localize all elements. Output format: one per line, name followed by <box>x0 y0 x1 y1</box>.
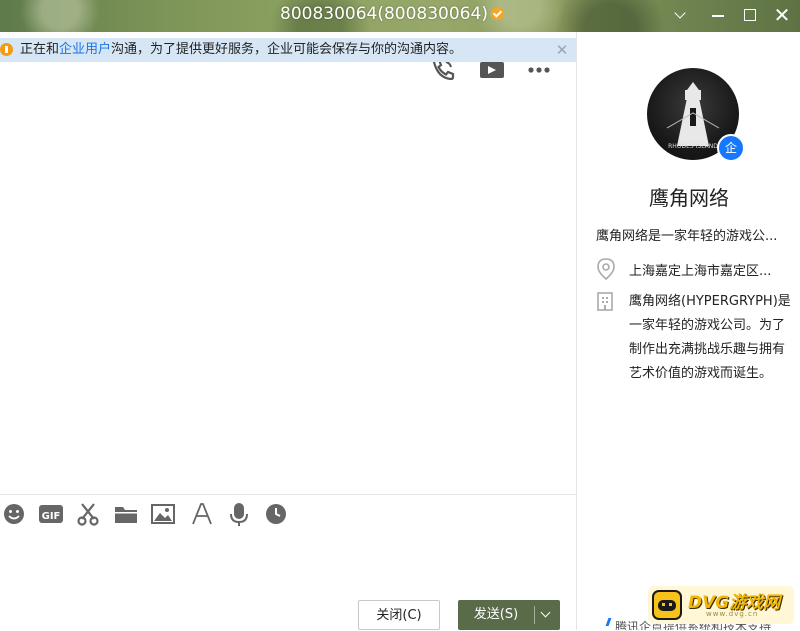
input-divider <box>0 494 576 495</box>
gif-icon: GIF <box>39 505 63 523</box>
watermark: DVG游戏网 www.dvg.cn <box>648 586 794 624</box>
shield-icon <box>0 43 13 56</box>
notice-link[interactable]: 企业用户 <box>59 42 111 57</box>
scissors-icon <box>77 503 99 526</box>
close-button[interactable]: 关闭(C) <box>358 600 440 630</box>
send-file-button[interactable] <box>114 502 140 528</box>
font-button[interactable] <box>190 502 216 528</box>
notice-close-button[interactable]: ✕ <box>554 38 570 62</box>
voice-button[interactable] <box>227 502 253 528</box>
send-button-label: 发送(S) <box>473 607 519 622</box>
message-history[interactable] <box>0 72 576 492</box>
location-row: 上海嘉定上海市嘉定区... <box>596 257 796 281</box>
message-input[interactable] <box>0 532 576 592</box>
screenshot-button[interactable] <box>76 502 102 528</box>
location-pin-icon <box>597 258 615 281</box>
chat-panel: 正在和企业用户沟通，为了提供更好服务，企业可能会保存与你的沟通内容。 ✕ GIF… <box>0 32 576 630</box>
image-icon <box>151 504 175 524</box>
notice-prefix: 正在和 <box>20 42 60 57</box>
microphone-icon <box>230 503 248 526</box>
close-window-button[interactable]: ✕ <box>770 4 794 26</box>
enterprise-badge: 企 <box>717 134 745 162</box>
verified-icon <box>490 7 504 20</box>
send-options-chevron-icon[interactable] <box>540 607 551 618</box>
expand-chevron-icon[interactable] <box>668 4 692 26</box>
send-image-button[interactable] <box>151 502 177 528</box>
notice-text: 正在和企业用户沟通，为了提供更好服务，企业可能会保存与你的沟通内容。 <box>20 38 462 62</box>
folder-icon <box>115 507 137 523</box>
minimize-button[interactable] <box>706 4 730 26</box>
notice-bar: 正在和企业用户沟通，为了提供更好服务，企业可能会保存与你的沟通内容。 ✕ <box>0 38 576 62</box>
clock-icon <box>266 504 286 524</box>
gamepad-icon <box>652 590 682 620</box>
location-text: 上海嘉定上海市嘉定区... <box>629 264 772 279</box>
emoji-icon <box>4 504 24 524</box>
profile-panel: RHODES ISLAND 企 鹰角网络 鹰角网络是一家年轻的游戏公... 上海… <box>576 32 800 630</box>
company-bio: 鹰角网络(HYPERGRYPH)是一家年轻的游戏公司。为了制作出充满挑战乐趣与拥… <box>629 294 791 381</box>
svg-text:GIF: GIF <box>42 511 61 522</box>
watermark-subtitle: www.dvg.cn <box>706 610 759 618</box>
window-title-text: 800830064(800830064) <box>280 4 488 24</box>
company-description: 鹰角网络是一家年轻的游戏公... <box>596 229 778 244</box>
send-button-separator <box>534 606 535 624</box>
font-icon <box>192 503 212 525</box>
maximize-button[interactable] <box>738 4 762 26</box>
history-button[interactable] <box>264 502 290 528</box>
gif-button[interactable]: GIF <box>38 502 64 528</box>
building-icon <box>597 292 613 311</box>
emoji-button[interactable] <box>2 502 28 528</box>
input-toolbar: GIF <box>0 502 576 530</box>
avatar-text: RHODES ISLAND <box>668 143 718 150</box>
send-button[interactable]: 发送(S) <box>458 600 560 630</box>
window-title: 800830064(800830064) <box>280 4 504 24</box>
company-name: 鹰角网络 <box>649 186 729 210</box>
title-bar: 800830064(800830064) ✕ <box>0 0 800 32</box>
notice-suffix: 沟通，为了提供更好服务，企业可能会保存与你的沟通内容。 <box>111 42 463 57</box>
